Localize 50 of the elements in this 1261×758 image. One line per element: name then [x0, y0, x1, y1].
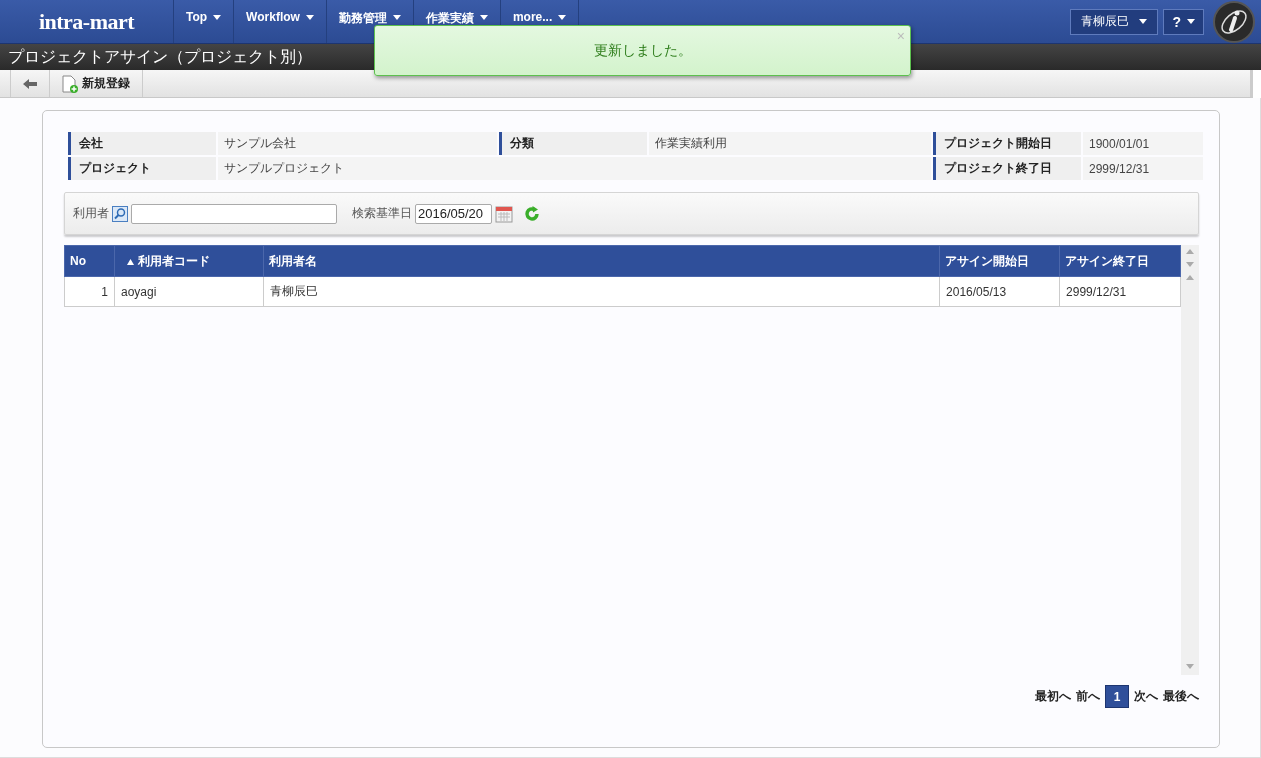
field-label: プロジェクト開始日: [933, 132, 1081, 155]
refresh-icon[interactable]: [524, 205, 540, 222]
caret-icon: [213, 15, 222, 20]
new-document-icon: [62, 74, 78, 93]
field-label: 会社: [68, 132, 216, 155]
column-header[interactable]: アサイン終了日: [1059, 245, 1181, 277]
pager-link[interactable]: 次へ: [1134, 688, 1158, 705]
back-arrow-icon: [23, 78, 37, 89]
caret-icon: [392, 15, 401, 20]
new-register-button[interactable]: 新規登録: [49, 70, 143, 97]
table-cell: 1: [64, 276, 115, 307]
field-value: サンプル会社: [218, 132, 497, 155]
scrollbar[interactable]: [1181, 245, 1199, 675]
field-label: プロジェクト: [68, 157, 216, 180]
pager-link[interactable]: 最後へ: [1163, 688, 1199, 705]
caret-icon: [558, 15, 567, 20]
search-icon[interactable]: [112, 205, 128, 222]
calendar-icon[interactable]: [495, 204, 513, 223]
toast-message: 更新しました。: [593, 41, 692, 60]
field-value: 作業実績利用: [649, 132, 931, 155]
field-value: 2999/12/31: [1083, 157, 1203, 180]
field-label: 分類: [499, 132, 647, 155]
field-label: プロジェクト終了日: [933, 157, 1081, 180]
field-label: 利用者: [73, 205, 109, 222]
field-value: サンプルプロジェクト: [218, 157, 931, 180]
table-cell: 2016/05/13: [939, 276, 1060, 307]
nav-menu-item[interactable]: Top: [174, 0, 235, 43]
page-number[interactable]: 1: [1105, 685, 1129, 708]
intra-mart-logo: intra-mart: [37, 7, 136, 36]
pager-link[interactable]: 最初へ: [1035, 688, 1071, 705]
column-header[interactable]: 利用者名: [263, 245, 940, 277]
table-cell: 2999/12/31: [1059, 276, 1181, 307]
field-label: 検索基準日: [352, 205, 412, 222]
help-menu-button[interactable]: ?: [1163, 8, 1204, 35]
caret-icon: [1139, 19, 1148, 24]
date-input-field[interactable]: 2016/05/20: [415, 203, 492, 224]
table-cell: aoyagi: [114, 276, 264, 307]
caret-icon: [305, 15, 314, 20]
table-cell: 青柳辰巳: [263, 276, 940, 307]
nav-menu-item[interactable]: Workflow: [234, 0, 327, 43]
user-input-field[interactable]: [131, 203, 337, 224]
field-value: 1900/01/01: [1083, 132, 1203, 155]
column-header[interactable]: No: [64, 245, 115, 277]
caret-icon: [1187, 19, 1195, 24]
caret-icon: [479, 15, 488, 20]
pager-link[interactable]: 前へ: [1076, 688, 1100, 705]
column-header[interactable]: 利用者コード: [114, 245, 264, 277]
user-menu-button[interactable]: 青柳辰巳: [1070, 8, 1159, 35]
app-logo-icon[interactable]: [1213, 0, 1255, 43]
column-header[interactable]: アサイン開始日: [939, 245, 1060, 277]
